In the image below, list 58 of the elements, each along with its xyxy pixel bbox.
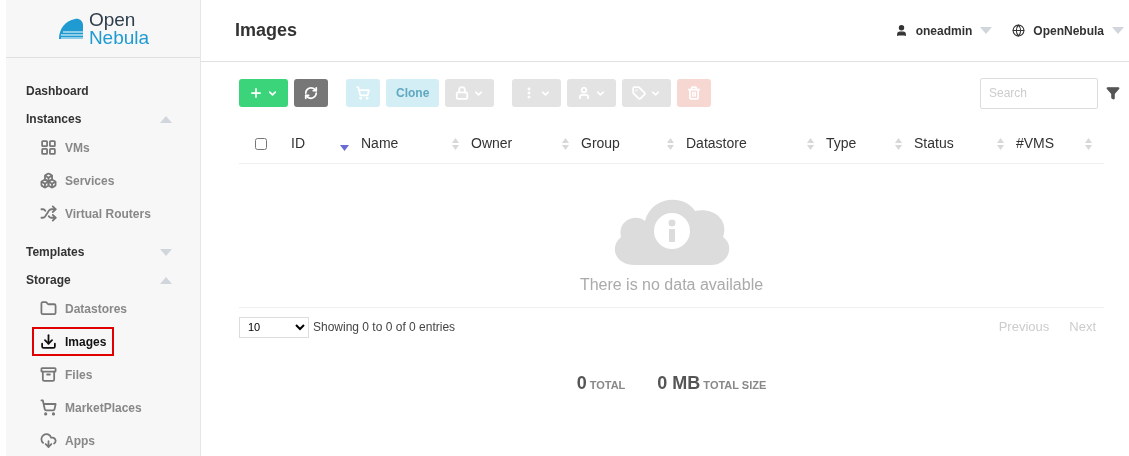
sidebar-section[interactable]: Storage — [26, 271, 71, 289]
sort-descending-icon — [340, 144, 349, 151]
column-header[interactable]: Status — [914, 133, 1016, 154]
cart-icon — [40, 399, 57, 416]
refresh-icon — [304, 86, 318, 100]
total-label: TOTAL — [589, 378, 626, 393]
tag-icon — [632, 86, 647, 100]
empty-message: There is no data available — [579, 275, 764, 295]
lock-icon — [455, 86, 470, 100]
sidebar-item[interactable]: Images — [32, 327, 115, 356]
caret-up-icon — [160, 115, 172, 123]
column-header[interactable]: Group — [581, 133, 686, 154]
caret-down-icon — [1112, 27, 1124, 34]
cloud-download-icon — [40, 432, 57, 449]
caret-up-icon — [160, 276, 172, 284]
sort-icon — [895, 137, 902, 150]
total-label: TOTAL SIZE — [703, 378, 767, 393]
sidebar-section[interactable]: Instances — [26, 110, 82, 128]
column-header[interactable]: #VMS — [1016, 133, 1104, 154]
column-header[interactable]: Type — [826, 133, 914, 154]
page-size-select[interactable]: 10 — [239, 316, 309, 338]
total-value: 0 — [576, 372, 587, 395]
column-header[interactable]: Name — [361, 133, 471, 154]
sort-icon — [667, 137, 674, 150]
select-all-checkbox[interactable] — [255, 137, 267, 150]
entries-info: Showing 0 to 0 of 0 entries — [313, 319, 456, 336]
zone-menu[interactable]: OpenNebula — [1012, 21, 1124, 40]
download-icon — [40, 333, 57, 350]
create-button[interactable] — [239, 79, 288, 107]
sort-icon — [452, 137, 459, 150]
shuffle-icon — [40, 205, 57, 222]
folder-icon — [40, 300, 57, 317]
cubes-icon — [40, 172, 57, 189]
column-header[interactable]: ID — [291, 133, 361, 154]
caret-down-icon — [160, 248, 172, 256]
page-title: Images — [235, 19, 298, 42]
plus-icon — [249, 86, 263, 100]
refresh-button[interactable] — [294, 79, 328, 107]
user-icon — [577, 86, 592, 100]
filter-icon[interactable] — [1106, 86, 1120, 100]
grid-icon — [40, 139, 57, 156]
caret-down-icon — [980, 27, 993, 34]
sidebar-section[interactable]: Dashboard — [26, 82, 89, 100]
user-menu[interactable]: oneadmin — [894, 21, 993, 40]
trash-icon — [687, 86, 702, 100]
logo-text: Open — [88, 10, 137, 29]
sort-icon — [997, 137, 1004, 150]
column-header[interactable]: Datastore — [686, 133, 826, 154]
sort-icon — [807, 137, 814, 150]
user-icon — [894, 24, 908, 37]
sort-icon — [562, 137, 569, 150]
sort-icon — [1085, 137, 1092, 150]
cart-icon — [356, 86, 370, 100]
column-header[interactable]: Owner — [471, 133, 581, 154]
sidebar-section[interactable]: Templates — [26, 243, 85, 261]
globe-icon — [1012, 24, 1026, 37]
archive-icon — [40, 366, 57, 383]
total-value: 0 MB — [657, 372, 701, 395]
